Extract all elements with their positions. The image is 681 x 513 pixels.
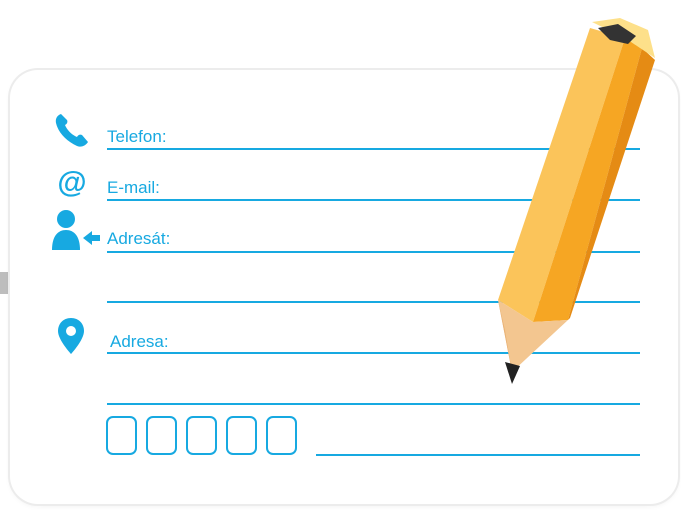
phone-icon [55,114,88,147]
city-field-line[interactable] [316,454,640,456]
map-pin-icon [58,318,84,354]
postal-code-box-3[interactable] [186,416,217,455]
user-arrow-icon [52,210,100,250]
address-label: Adresa: [110,332,169,351]
phone-label: Telefon: [107,127,167,146]
svg-text:@: @ [57,166,86,199]
address-field-line-1[interactable] [107,352,640,354]
recipient-field-line-1[interactable] [107,251,640,253]
postal-code-box-5[interactable] [266,416,297,455]
phone-field-line[interactable] [107,148,640,150]
address-field-line-2[interactable] [107,403,640,405]
postal-code-box-2[interactable] [146,416,177,455]
at-sign-icon: @ [57,166,86,199]
side-tab [0,272,8,294]
postal-code-box-1[interactable] [106,416,137,455]
email-field-line[interactable] [107,199,640,201]
address-label-card-scene: Telefon: @ E-mail: Adresát: Adresa: [0,0,681,513]
email-label: E-mail: [107,178,160,197]
recipient-field-line-2[interactable] [107,301,640,303]
recipient-label: Adresát: [107,229,171,248]
postal-code-box-4[interactable] [226,416,257,455]
